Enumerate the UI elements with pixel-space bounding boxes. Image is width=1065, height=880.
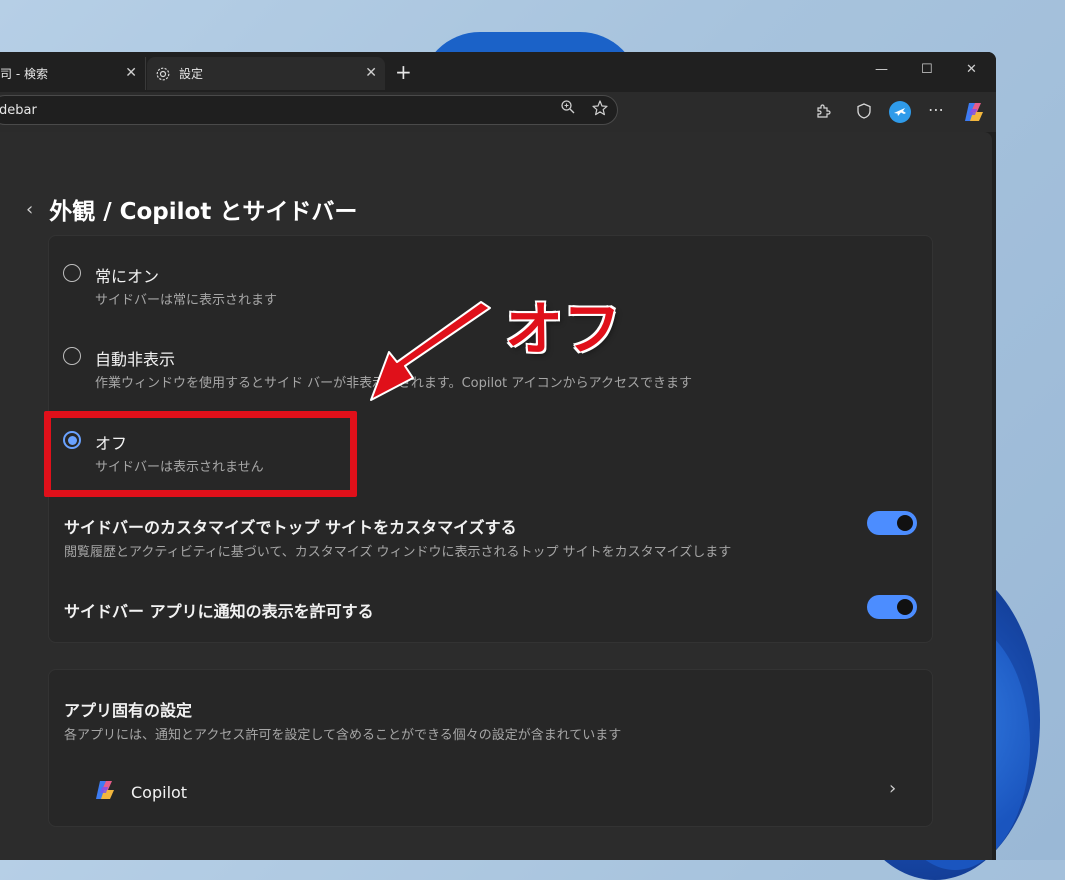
extensions-icon[interactable] xyxy=(814,102,834,122)
minimize-icon[interactable]: — xyxy=(875,62,888,77)
tab-settings-label: 設定 xyxy=(179,67,204,81)
app-name: Copilot xyxy=(131,782,188,802)
option-description: サイドバーは常に表示されます xyxy=(95,293,278,308)
travel-extension-icon[interactable] xyxy=(888,100,912,124)
scrollbar-track[interactable] xyxy=(992,132,996,860)
shield-icon[interactable] xyxy=(855,102,875,122)
toolbar: debar ⋯ xyxy=(0,92,996,132)
app-settings-card: アプリ固有の設定 各アプリには、通知とアクセス許可を設定して含めることができる個… xyxy=(48,669,933,827)
tab-settings-close-icon[interactable]: ✕ xyxy=(365,65,377,81)
copilot-icon[interactable] xyxy=(962,100,986,124)
annotation-label: オフ xyxy=(504,294,622,364)
radio-button[interactable] xyxy=(63,347,81,365)
page-title: 外観 / Copilot とサイドバー xyxy=(49,199,358,225)
toggle-notifications[interactable] xyxy=(867,595,917,619)
option-label: 常にオン xyxy=(95,267,160,286)
tab-search-close-icon[interactable]: ✕ xyxy=(125,65,137,81)
copilot-logo-icon xyxy=(93,778,117,806)
address-bar[interactable]: debar xyxy=(0,95,618,125)
back-chevron-icon[interactable]: ‹ xyxy=(26,199,33,220)
toggle-top-sites[interactable] xyxy=(867,511,917,535)
new-tab-button[interactable]: + xyxy=(395,60,412,84)
page-header: ‹ 外観 / Copilot とサイドバー xyxy=(26,192,357,226)
tab-settings[interactable]: 設定 ✕ xyxy=(147,57,385,90)
tab-strip: 司 - 検索 ✕ 設定 ✕ + — ☐ ✕ xyxy=(0,52,996,92)
chevron-right-icon[interactable]: › xyxy=(889,778,896,799)
setting-desc-top-sites: 閲覧履歴とアクティビティに基づいて、カスタマイズ ウィンドウに表示されるトップ … xyxy=(64,545,732,560)
close-window-icon[interactable]: ✕ xyxy=(966,62,977,77)
setting-label-top-sites: サイドバーのカスタマイズでトップ サイトをカスタマイズする xyxy=(64,518,517,537)
address-value: debar xyxy=(0,102,37,118)
annotation-arrow-icon xyxy=(370,301,491,401)
tab-search[interactable]: 司 - 検索 ✕ xyxy=(0,57,146,90)
app-settings-title: アプリ固有の設定 xyxy=(64,701,193,720)
radio-button[interactable] xyxy=(63,264,81,282)
favorite-star-icon[interactable] xyxy=(591,99,609,121)
app-row-copilot[interactable]: Copilot xyxy=(93,778,187,806)
app-settings-desc: 各アプリには、通知とアクセス許可を設定して含めることができる個々の設定が含まれて… xyxy=(64,728,622,743)
tab-search-label: 司 - 検索 xyxy=(0,67,48,81)
maximize-icon[interactable]: ☐ xyxy=(921,62,933,77)
zoom-icon[interactable] xyxy=(560,99,576,119)
option-label: 自動非表示 xyxy=(95,350,176,369)
setting-label-notifications: サイドバー アプリに通知の表示を許可する xyxy=(64,602,374,621)
more-menu-icon[interactable]: ⋯ xyxy=(928,100,948,120)
gear-icon xyxy=(155,66,171,82)
annotation-highlight-box xyxy=(44,411,357,497)
